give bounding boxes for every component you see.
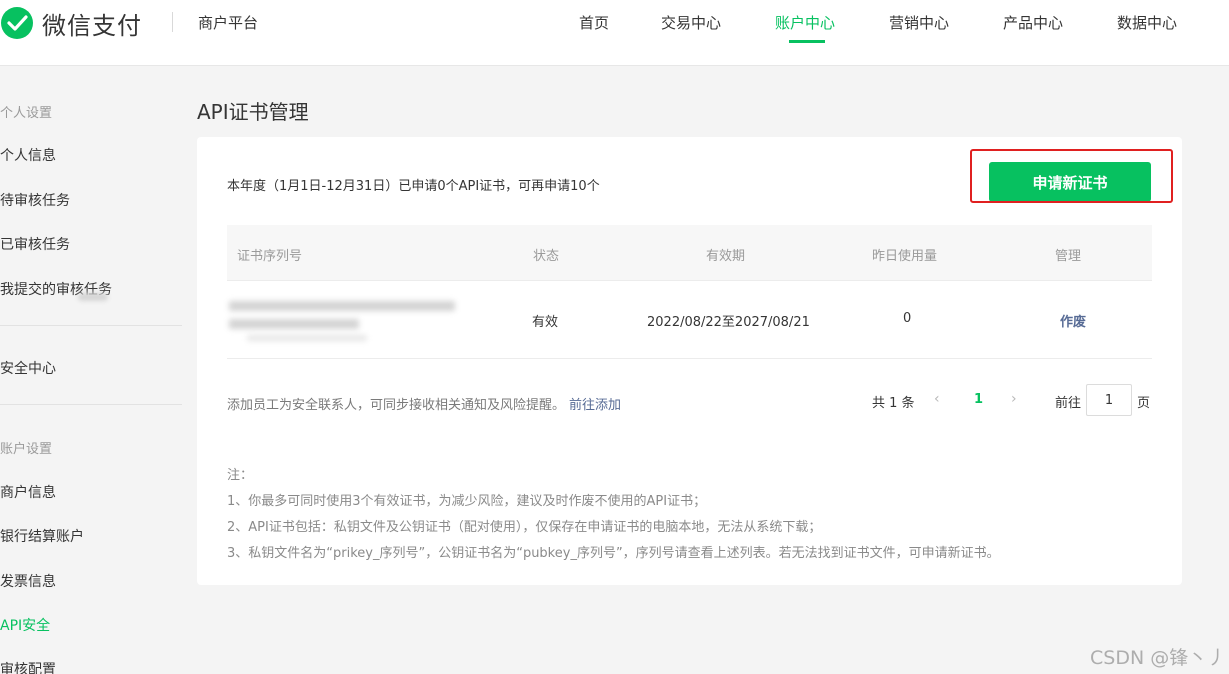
sidebar-item-review-config[interactable]: 审核配置 <box>0 659 56 674</box>
sidebar-item-invoice-info[interactable]: 发票信息 <box>0 571 56 591</box>
revoke-link[interactable]: 作废 <box>1060 311 1086 330</box>
sidebar-divider <box>0 404 182 405</box>
redacted-serial-number <box>227 297 459 343</box>
nav-data-center[interactable]: 数据中心 <box>1117 12 1177 33</box>
csdn-watermark: CSDN @锋丶丿 <box>1090 647 1227 669</box>
sidebar-group-personal: 个人设置 <box>0 106 53 121</box>
goto-label: 前往 <box>1055 396 1082 411</box>
notes-section: 注： 1、你最多可同时使用3个有效证书，为减少风险，建议及时作废不使用的API证… <box>227 463 1000 567</box>
redaction-smudge <box>78 293 108 301</box>
sidebar-item-api-security[interactable]: API安全 <box>0 615 50 635</box>
header-usage: 昨日使用量 <box>872 249 938 264</box>
nav-active-indicator <box>789 40 825 43</box>
nav-account-center[interactable]: 账户中心 <box>775 12 835 33</box>
sidebar-item-pending-review[interactable]: 待审核任务 <box>0 190 70 210</box>
sidebar-group-account: 账户设置 <box>0 442 53 457</box>
note-line-1: 1、你最多可同时使用3个有效证书，为减少风险，建议及时作废不使用的API证书； <box>227 494 707 509</box>
sidebar-divider <box>0 325 182 326</box>
quota-text: 本年度（1月1日-12月31日）已申请0个API证书，可再申请10个 <box>227 179 600 194</box>
apply-new-certificate-button[interactable]: 申请新证书 <box>989 162 1151 202</box>
security-contact-hint: 添加员工为安全联系人，可同步接收相关通知及风险提醒。 前往添加 <box>227 394 621 413</box>
header-validity: 有效期 <box>706 249 746 264</box>
go-add-link[interactable]: 前往添加 <box>569 398 621 413</box>
page-title: API证书管理 <box>197 100 309 124</box>
certificate-panel: 本年度（1月1日-12月31日）已申请0个API证书，可再申请10个 申请新证书… <box>197 137 1182 585</box>
goto-page-input[interactable] <box>1086 384 1132 416</box>
hint-text: 添加员工为安全联系人，可同步接收相关通知及风险提醒。 <box>227 398 566 413</box>
header-manage: 管理 <box>1055 249 1082 264</box>
notes-title: 注： <box>227 468 254 483</box>
sidebar-item-reviewed[interactable]: 已审核任务 <box>0 234 70 254</box>
header-serial: 证书序列号 <box>237 249 303 264</box>
header-status: 状态 <box>533 249 560 264</box>
goto-suffix: 页 <box>1137 396 1151 411</box>
pagination-total: 共 1 条 <box>872 396 915 411</box>
cert-validity: 2022/08/22至2027/08/21 <box>647 315 810 330</box>
sidebar-item-merchant-info[interactable]: 商户信息 <box>0 482 56 502</box>
chevron-left-icon[interactable]: ‹ <box>934 391 940 407</box>
nav-home[interactable]: 首页 <box>579 12 609 33</box>
sidebar: 个人设置 个人信息 待审核任务 已审核任务 我提交的审核任务 安全中心 账户设置… <box>0 67 182 674</box>
cert-usage: 0 <box>903 311 912 326</box>
top-header: 微信支付 商户平台 首页 交易中心 账户中心 营销中心 产品中心 数据中心 <box>0 0 1229 66</box>
nav-product-center[interactable]: 产品中心 <box>1003 12 1063 33</box>
nav-trade-center[interactable]: 交易中心 <box>661 12 721 33</box>
nav-marketing-center[interactable]: 营销中心 <box>889 12 949 33</box>
sidebar-item-security-center[interactable]: 安全中心 <box>0 358 56 378</box>
note-line-3: 3、私钥文件名为“prikey_序列号”，公钥证书名为“pubkey_序列号”，… <box>227 546 1000 561</box>
sidebar-item-bank-account[interactable]: 银行结算账户 <box>0 526 84 546</box>
main-nav: 首页 交易中心 账户中心 营销中心 产品中心 数据中心 <box>0 0 1229 66</box>
sidebar-item-personal-info[interactable]: 个人信息 <box>0 145 56 165</box>
chevron-right-icon[interactable]: › <box>1011 391 1017 407</box>
cert-status: 有效 <box>532 315 559 330</box>
page-number-current[interactable]: 1 <box>974 392 983 407</box>
certificate-table: 证书序列号 状态 有效期 昨日使用量 管理 有效 2022/08/22至2027… <box>227 225 1152 359</box>
table-row: 有效 2022/08/22至2027/08/21 0 作废 <box>227 281 1152 359</box>
page: 微信支付 商户平台 首页 交易中心 账户中心 营销中心 产品中心 数据中心 个人… <box>0 0 1229 674</box>
table-header: 证书序列号 状态 有效期 昨日使用量 管理 <box>227 225 1152 281</box>
note-line-2: 2、API证书包括：私钥文件及公钥证书（配对使用），仅保存在申请证书的电脑本地，… <box>227 520 822 535</box>
